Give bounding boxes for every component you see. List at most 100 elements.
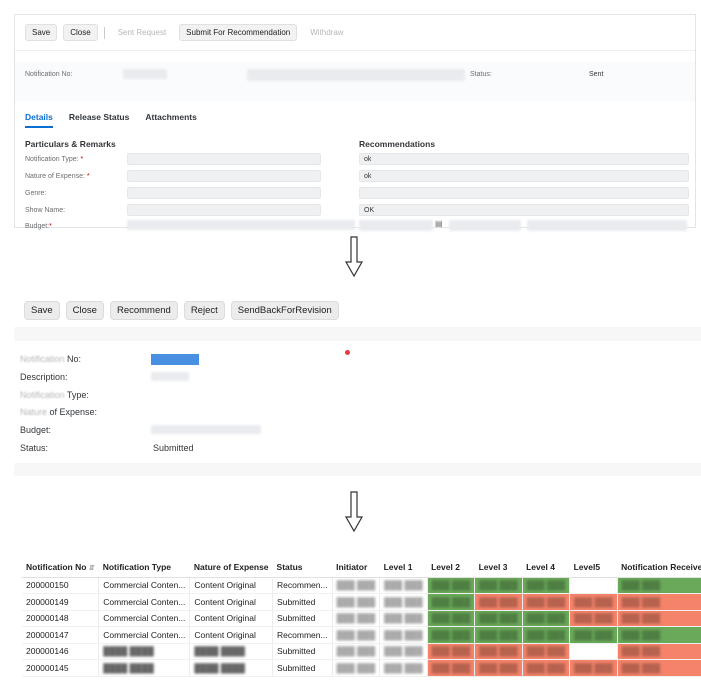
send-back-for-revision-button[interactable]: SendBackForRevision (230, 300, 339, 320)
notification-type-cell: ████ ████ (98, 643, 191, 660)
nature-of-expense-label: Nature of Expense: * (25, 173, 90, 180)
initiator-cell: ███ ███ (332, 643, 381, 660)
nature-of-expense-cell: Content Original (189, 593, 274, 611)
status-value: Sent (589, 71, 604, 78)
sent-request-button[interactable]: Sent Request (111, 24, 173, 41)
notification-no-value-selected[interactable] (151, 354, 199, 365)
redacted-text: ███ ███ (621, 662, 661, 673)
redacted-text: ███ ███ (479, 662, 518, 673)
reject-button[interactable]: Reject (183, 300, 225, 320)
level-1-cell: ███ ███ (379, 659, 428, 677)
redacted-text: ███ ███ (384, 646, 423, 657)
level-3-cell: ███ ███ (474, 593, 523, 611)
status-value: Submitted (153, 443, 194, 453)
redacted-text: ███ ███ (336, 613, 376, 624)
tab-attachments[interactable]: Attachments (145, 112, 196, 128)
column-header[interactable]: Level5 (569, 557, 618, 578)
redacted-text: ███ ███ (574, 662, 613, 673)
column-header[interactable]: Level 1 (379, 557, 428, 578)
level-3-cell: ███ ███ (474, 659, 523, 677)
redacted-text: ███ ███ (431, 596, 471, 607)
column-header[interactable]: Level 4 (522, 557, 570, 578)
redacted-text: ███ ███ (526, 629, 566, 640)
tab-details[interactable]: Details (25, 112, 53, 128)
table-row[interactable]: 200000149 Commercial Conten... Content Ori… (22, 593, 701, 611)
notification-type-cell: ████ ████ (98, 659, 191, 677)
column-header[interactable]: Level 2 (427, 557, 475, 578)
table-row[interactable]: 200000147 Commercial Conten... Content Ori… (22, 626, 701, 644)
column-header[interactable]: Notification Receiver (617, 557, 701, 578)
nature-of-expense-cell: Content Original (189, 577, 274, 594)
toolbar: Save Close Sent Request Submit For Recom… (15, 15, 695, 51)
save-button[interactable]: Save (24, 300, 60, 320)
redacted-text: ███ ███ (526, 580, 566, 591)
redacted-text: ███ ███ (384, 629, 423, 640)
recommendation-4-field[interactable]: OK (359, 204, 689, 216)
table-row[interactable]: 200000150 Commercial Conten... Content Ori… (22, 577, 701, 594)
level-1-cell: ███ ███ (379, 593, 428, 611)
level-2-cell: ███ ███ (427, 626, 476, 644)
status-cell: Submitted (272, 593, 333, 611)
table-row[interactable]: 200000146 ████ ████ ████ ████ Submitted ███ … (22, 643, 701, 660)
column-header[interactable]: Notification Type (98, 557, 190, 578)
level-2-cell: ███ ███ (427, 577, 476, 594)
close-button[interactable]: Close (63, 24, 98, 41)
calculator-icon[interactable]: ▤ (435, 219, 443, 228)
level-3-cell: ███ ███ (474, 626, 523, 644)
redacted-text: ███ ███ (479, 580, 518, 591)
redacted-text: ███ ███ (574, 596, 613, 607)
level-4-cell: ███ ███ (522, 610, 571, 627)
show-name-field[interactable] (127, 204, 321, 216)
nature-of-expense-field[interactable] (127, 170, 321, 182)
notification-type-field[interactable] (127, 153, 321, 165)
down-arrow-icon (344, 491, 364, 533)
column-header[interactable]: Initiator (332, 557, 380, 578)
recommendation-1-field[interactable]: ok (359, 153, 689, 165)
notification-receiver-cell: ███ ███ (617, 577, 701, 594)
table-row[interactable]: 200000145 ████ ████ ████ ████ Submitted ███ … (22, 659, 701, 677)
notification-receiver-cell: ███ ███ (617, 643, 701, 660)
redacted-text: ███ ███ (384, 596, 423, 607)
notification-no-value (123, 69, 167, 79)
notification-no-label: Notification No: (25, 71, 73, 78)
recommendation-2-field[interactable]: ok (359, 170, 689, 182)
save-button[interactable]: Save (25, 24, 58, 41)
recommend-button[interactable]: Recommend (109, 300, 178, 320)
level-2-cell: ███ ███ (427, 659, 476, 677)
notification-type-cell: Commercial Conten... (98, 610, 191, 627)
column-header[interactable]: Nature of Expense (189, 557, 273, 578)
redacted-text: ███ ███ (431, 629, 471, 640)
redacted-text: ███ ███ (526, 596, 566, 607)
budget-label: Budget:* (25, 223, 52, 230)
recommendation-3-field[interactable] (359, 187, 689, 199)
sort-icon[interactable]: ⇵ (89, 565, 95, 572)
redacted-text: ███ ███ (431, 613, 471, 624)
level-4-cell: ███ ███ (522, 626, 571, 644)
notification-detail-panel: Save Close Sent Request Submit For Recom… (14, 14, 696, 231)
redacted-text: ████ ████ (103, 662, 154, 673)
currency-select[interactable] (449, 220, 521, 231)
notification-no-cell: 200000147 (22, 626, 100, 644)
notification-no-cell: 200000146 (22, 643, 100, 660)
withdraw-button[interactable]: Withdraw (303, 24, 350, 41)
status-cell: Submitted (272, 643, 333, 660)
redacted-text: ███ ███ (384, 613, 423, 624)
table-row[interactable]: 200000148 Commercial Conten... Content Ori… (22, 610, 701, 627)
redacted-text: ███ ███ (526, 662, 566, 673)
level-5-cell: ███ ███ (569, 593, 618, 611)
genre-field[interactable] (127, 187, 321, 199)
status-label: Status: (470, 71, 492, 78)
initiator-cell: ███ ███ (332, 610, 381, 627)
redacted-text: ███ ███ (574, 629, 613, 640)
red-marker-dot (345, 350, 350, 355)
tab-bar: Details Release Status Attachments (25, 112, 197, 128)
initiator-cell: ███ ███ (332, 659, 381, 677)
initiator-cell: ███ ███ (332, 626, 381, 644)
column-header[interactable]: Level 3 (474, 557, 523, 578)
tab-release-status[interactable]: Release Status (69, 112, 129, 128)
column-header[interactable]: Status (272, 557, 333, 578)
close-button[interactable]: Close (65, 300, 104, 320)
column-header[interactable]: Notification No ⇵ (22, 557, 99, 578)
notification-receiver-cell: ███ ███ (617, 626, 701, 644)
submit-for-recommendation-button[interactable]: Submit For Recommendation (179, 24, 298, 41)
